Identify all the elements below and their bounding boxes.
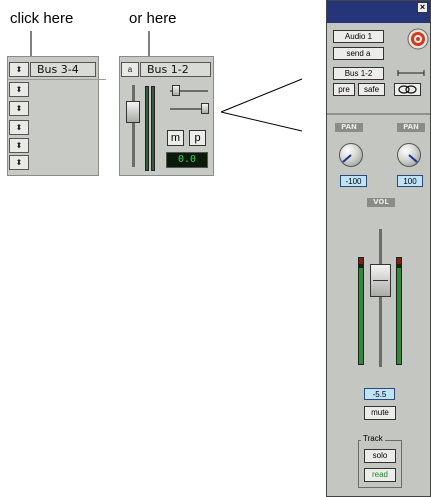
knob-pointer bbox=[342, 154, 352, 163]
pan-right-knob[interactable] bbox=[397, 143, 421, 167]
meter-left bbox=[145, 86, 149, 171]
knob-pointer bbox=[408, 154, 418, 163]
send-slot-selector-d[interactable]: ⬍ bbox=[9, 120, 29, 135]
send-level-fader[interactable] bbox=[126, 101, 140, 123]
send-slot-selector-b[interactable]: ⬍ bbox=[9, 82, 29, 97]
pan-right-label: PAN bbox=[397, 123, 425, 132]
send-slot-selector-f[interactable]: ⬍ bbox=[9, 155, 29, 170]
send-level-readout: 0.0 bbox=[166, 152, 208, 168]
send-slot-bus-1-2[interactable]: Bus 1-2 bbox=[140, 62, 211, 77]
vol-meter-right bbox=[396, 257, 402, 365]
send-name-button[interactable]: send a bbox=[333, 47, 384, 60]
pan-left-knob[interactable] bbox=[339, 143, 363, 167]
meter-fill bbox=[359, 268, 363, 364]
send-slot-bus-3-4[interactable]: Bus 3-4 bbox=[30, 62, 96, 77]
track-name-button[interactable]: Audio 1 bbox=[333, 30, 384, 43]
target-icon[interactable] bbox=[407, 28, 429, 50]
updown-arrow-icon: ⬍ bbox=[15, 123, 23, 132]
vol-label: VOL bbox=[367, 198, 395, 207]
pan-right-value[interactable]: 100 bbox=[397, 175, 423, 187]
solo-button[interactable]: solo bbox=[364, 449, 396, 463]
meter-fill bbox=[397, 268, 401, 364]
updown-arrow-icon: ⬍ bbox=[15, 141, 23, 150]
vol-fader[interactable] bbox=[370, 264, 391, 297]
pan-left-value[interactable]: -100 bbox=[340, 175, 367, 187]
panel-separator bbox=[327, 113, 430, 115]
send-slot-selector-e[interactable]: ⬍ bbox=[9, 138, 29, 153]
close-icon[interactable]: × bbox=[417, 2, 428, 13]
fader-center-line bbox=[373, 280, 388, 281]
left-send-strip: ⬍ Bus 3-4 ⬍ ⬍ ⬍ ⬍ ⬍ bbox=[7, 56, 106, 176]
window-titlebar[interactable] bbox=[327, 1, 430, 23]
pre-button[interactable]: pre bbox=[333, 83, 355, 96]
send-window: × Audio 1 send a Bus 1-2 pre safe PAN PA… bbox=[326, 0, 431, 497]
vol-meter-left bbox=[358, 257, 364, 365]
updown-arrow-icon: ⬍ bbox=[15, 85, 23, 94]
vol-fader-track bbox=[379, 229, 382, 367]
mute-button[interactable]: mute bbox=[364, 406, 396, 420]
pre-post-button[interactable]: p bbox=[189, 130, 206, 146]
output-bus-selector[interactable]: Bus 1-2 bbox=[333, 67, 384, 80]
meter-peak bbox=[397, 258, 401, 264]
middle-send-strip: a Bus 1-2 m p 0.0 bbox=[119, 56, 214, 176]
meter-right bbox=[151, 86, 155, 171]
volume-value[interactable]: -5.5 bbox=[364, 388, 395, 400]
mute-button[interactable]: m bbox=[167, 130, 184, 146]
track-group-label: Track bbox=[361, 434, 385, 443]
pan-slider-top[interactable] bbox=[172, 85, 180, 96]
safe-button[interactable]: safe bbox=[358, 83, 385, 96]
pan-slider-bottom[interactable] bbox=[201, 103, 209, 114]
automation-mode-selector[interactable]: read bbox=[364, 468, 396, 482]
pan-left-label: PAN bbox=[335, 123, 363, 132]
slot-divider bbox=[8, 79, 106, 80]
stereo-link-icon bbox=[398, 85, 417, 94]
meter-peak bbox=[359, 258, 363, 264]
send-fader-track bbox=[132, 85, 135, 167]
stereo-link-button[interactable] bbox=[394, 83, 421, 96]
updown-arrow-icon: ⬍ bbox=[15, 104, 23, 113]
send-slot-selector-a[interactable]: ⬍ bbox=[9, 62, 29, 77]
send-slot-selector-c[interactable]: ⬍ bbox=[9, 101, 29, 116]
link-bar-icon bbox=[397, 70, 425, 76]
send-slot-letter[interactable]: a bbox=[121, 62, 139, 77]
updown-arrow-icon: ⬍ bbox=[15, 158, 23, 167]
updown-arrow-icon: ⬍ bbox=[15, 65, 23, 74]
